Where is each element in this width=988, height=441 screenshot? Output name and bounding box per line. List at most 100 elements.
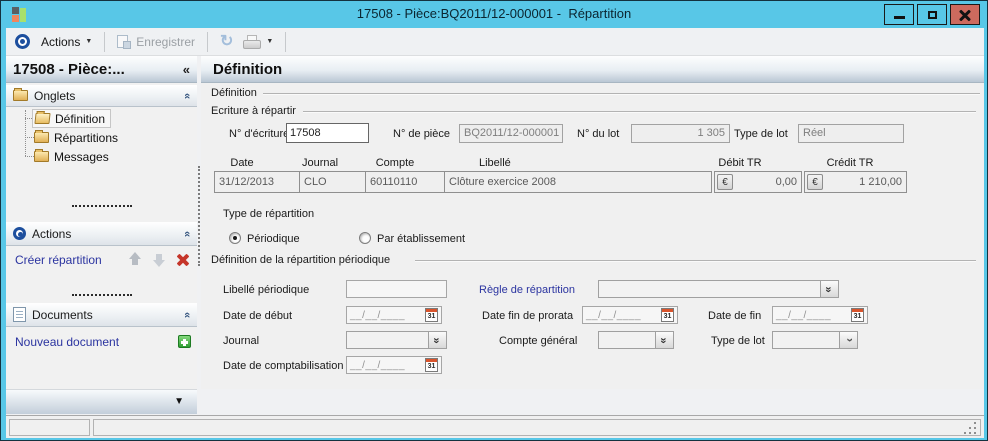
grid-cell-credit: € 1 210,00: [804, 171, 907, 193]
open-folder-icon: [34, 113, 51, 124]
sidebar: 17508 - Pièce:... « Onglets « Définition…: [6, 56, 197, 389]
grid-header-compte: Compte: [375, 157, 415, 169]
chevron-double-down-icon: «: [823, 285, 835, 293]
grid-header-journal: Journal: [301, 157, 339, 169]
num-ecriture-label: N° d'écriture: [229, 128, 290, 140]
grid-header-libelle: Libellé: [479, 157, 511, 169]
date-placeholder: __/__/____: [350, 359, 406, 371]
dropdown-button[interactable]: «: [655, 332, 673, 348]
radio-par-etablissement-label[interactable]: Par établissement: [377, 233, 465, 245]
sidebar-scroll-bar: ▼: [6, 389, 197, 414]
dropdown-button[interactable]: «: [428, 332, 446, 348]
collapse-group-icon[interactable]: «: [181, 92, 193, 98]
compte-general-combo[interactable]: «: [598, 331, 674, 349]
tree-item-label: Répartitions: [54, 130, 119, 145]
calendar-icon[interactable]: 31: [425, 308, 438, 322]
num-lot-label: N° du lot: [577, 128, 620, 140]
chevron-down-icon: ‹: [841, 338, 856, 342]
grid-cell-compte: 60110110: [365, 171, 445, 193]
status-panel-right: [93, 419, 981, 436]
group-line: [303, 111, 976, 112]
radio-periodique-label[interactable]: Périodique: [247, 233, 300, 245]
type-repartition-label: Type de répartition: [223, 208, 315, 220]
regle-repartition-combo[interactable]: «: [598, 280, 839, 298]
add-document-icon[interactable]: [178, 335, 191, 348]
calendar-icon[interactable]: 31: [851, 308, 864, 322]
dropdown-button[interactable]: «: [820, 281, 838, 297]
scroll-down-button[interactable]: ▼: [174, 396, 184, 407]
grid-cell-date: 31/12/2013: [214, 171, 300, 193]
refresh-icon: ↻: [219, 32, 234, 50]
num-ecriture-input[interactable]: [286, 123, 369, 143]
onglets-group-title: Onglets: [34, 88, 76, 103]
sidebar-header-title: 17508 - Pièce:...: [13, 60, 125, 78]
num-piece-label: N° de pièce: [393, 128, 450, 140]
libelle-periodique-input[interactable]: [346, 280, 447, 298]
toolbar-separator: [206, 31, 208, 52]
maximize-icon: [927, 10, 937, 19]
title-bar: 17508 - Pièce:BQ2011/12-000001 - Réparti…: [1, 1, 987, 28]
onglets-group-header[interactable]: Onglets «: [6, 85, 197, 107]
page-title-bar: Définition: [201, 56, 984, 83]
folder-icon: [34, 149, 49, 162]
collapse-group-icon[interactable]: «: [181, 311, 193, 317]
maximize-button[interactable]: [917, 4, 947, 25]
close-button[interactable]: [950, 4, 980, 25]
radio-par-etablissement[interactable]: [359, 232, 371, 244]
regle-repartition-link[interactable]: Règle de répartition: [479, 284, 575, 296]
chevron-double-down-icon: «: [658, 336, 670, 344]
print-dropdown-icon[interactable]: ▼: [266, 38, 273, 45]
dropdown-button[interactable]: ‹: [839, 332, 857, 348]
create-repartition-link[interactable]: Créer répartition: [15, 253, 102, 267]
num-lot-field: 1 305: [631, 124, 730, 143]
date-comptabilisation-input[interactable]: __/__/____ 31: [346, 356, 442, 374]
type-lot-form-label: Type de lot: [711, 335, 765, 347]
libelle-periodique-label: Libellé périodique: [223, 284, 310, 296]
printer-icon: [243, 34, 262, 49]
sidebar-collapse-icon[interactable]: «: [183, 62, 190, 77]
section-splitter[interactable]: [72, 205, 132, 207]
delete-icon[interactable]: [176, 253, 190, 267]
date-placeholder: __/__/____: [586, 309, 642, 321]
calendar-icon[interactable]: 31: [661, 308, 674, 322]
folder-icon: [34, 130, 49, 143]
euro-button[interactable]: €: [807, 174, 823, 190]
tree-guide-line: [25, 110, 26, 156]
sidebar-item-messages[interactable]: Messages: [32, 147, 114, 166]
num-piece-field: BQ2011/12-000001: [459, 124, 563, 143]
print-button[interactable]: ▼: [238, 32, 278, 52]
collapse-group-icon[interactable]: «: [181, 230, 193, 236]
grid-header-date: Date: [230, 157, 254, 169]
journal-combo[interactable]: «: [346, 331, 447, 349]
actions-bullseye-icon: [15, 34, 30, 49]
type-lot-field: Réel: [798, 124, 904, 143]
toolbar-separator: [104, 31, 106, 52]
minimize-button[interactable]: [884, 4, 914, 25]
resize-grip[interactable]: [974, 422, 976, 424]
date-debut-input[interactable]: __/__/____ 31: [346, 306, 442, 324]
section-splitter[interactable]: [72, 294, 132, 296]
type-lot-combo[interactable]: ‹: [772, 331, 858, 349]
grid-cell-debit: € 0,00: [714, 171, 802, 193]
refresh-button[interactable]: ↻: [215, 31, 238, 53]
page-title: Définition: [213, 60, 283, 78]
calendar-icon[interactable]: 31: [425, 358, 438, 372]
documents-group-header[interactable]: Documents «: [6, 303, 197, 327]
save-button[interactable]: Enregistrer: [112, 32, 200, 52]
folder-icon: [13, 88, 28, 101]
actions-group-header[interactable]: Actions «: [6, 222, 197, 246]
date-fin-input[interactable]: __/__/____ 31: [772, 306, 868, 324]
actions-bullseye-icon: [13, 227, 26, 240]
grid-header-credit: Crédit TR: [826, 157, 874, 169]
move-up-icon[interactable]: [128, 252, 143, 267]
sidebar-item-definition[interactable]: Définition: [32, 109, 112, 128]
sidebar-item-repartitions[interactable]: Répartitions: [32, 128, 123, 147]
euro-button[interactable]: €: [717, 174, 733, 190]
move-down-icon[interactable]: [152, 252, 167, 267]
radio-periodique[interactable]: [229, 232, 241, 244]
date-placeholder: __/__/____: [776, 309, 832, 321]
grid-header-debit: Débit TR: [718, 157, 762, 169]
date-fin-prorata-input[interactable]: __/__/____ 31: [582, 306, 678, 324]
actions-menu-button[interactable]: Actions ▼: [36, 32, 97, 52]
new-document-link[interactable]: Nouveau document: [15, 335, 119, 349]
